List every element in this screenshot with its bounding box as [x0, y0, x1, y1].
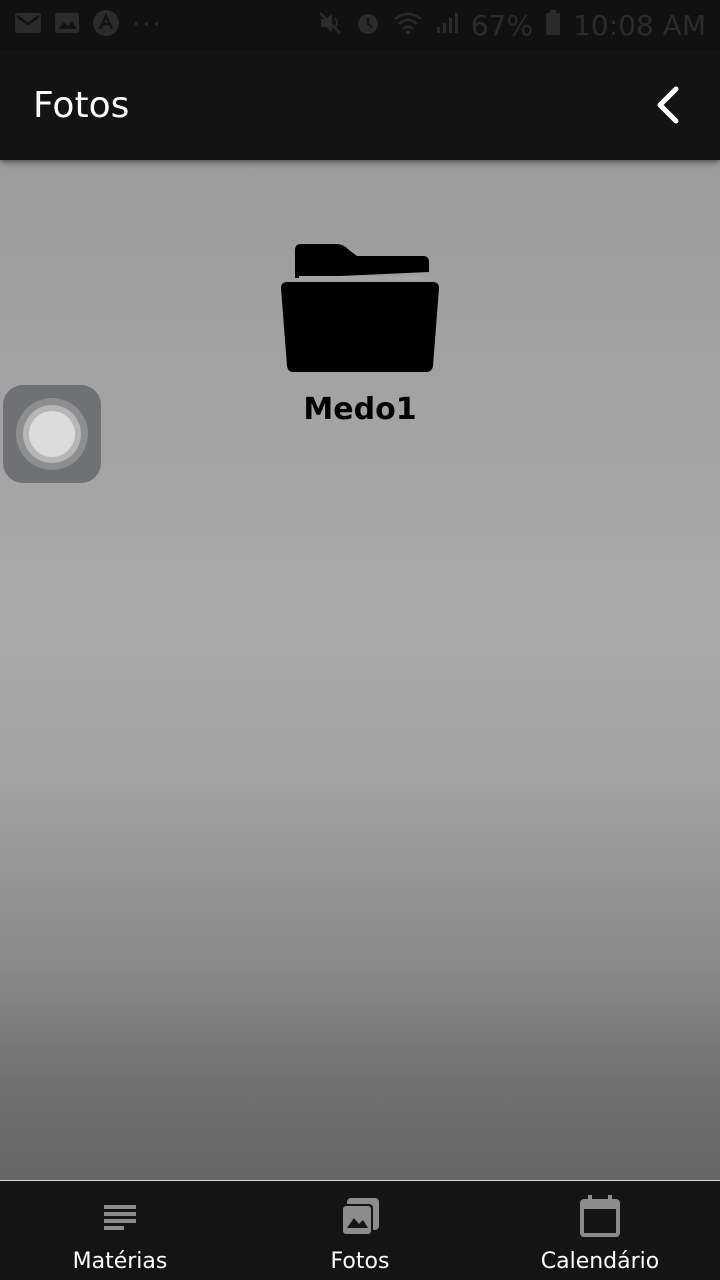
- battery-icon: [545, 10, 561, 40]
- battery-percent: 67%: [470, 8, 534, 42]
- list-icon: [102, 1195, 138, 1239]
- folder-icon: [281, 244, 439, 372]
- nav-item-fotos[interactable]: Fotos: [240, 1181, 480, 1280]
- wifi-icon: [393, 11, 423, 39]
- mail-icon: [14, 12, 42, 38]
- status-bar-right: 67% 10:08 AM: [317, 9, 706, 42]
- nav-item-calendario[interactable]: Calendário: [480, 1181, 720, 1280]
- content-area: Medo1: [0, 160, 720, 1180]
- status-bar: ··· 67% 10:08 AM: [0, 0, 720, 50]
- alarm-icon: [355, 10, 381, 40]
- assistive-touch-ring: [16, 398, 88, 470]
- mute-icon: [317, 10, 343, 40]
- nav-item-materias[interactable]: Matérias: [0, 1181, 240, 1280]
- nav-label-fotos: Fotos: [330, 1249, 390, 1274]
- signal-icon: [435, 11, 459, 39]
- screen: ··· 67% 10:08 AM Fotos Medo1 Matérias Fo…: [0, 0, 720, 1280]
- bottom-navigation: Matérias Fotos Calendário: [0, 1180, 720, 1280]
- folder-name: Medo1: [303, 392, 417, 427]
- assistive-touch-dot: [29, 411, 75, 457]
- nav-label-calendario: Calendário: [540, 1249, 660, 1274]
- app-bar: Fotos: [0, 50, 720, 160]
- folder-item[interactable]: Medo1: [260, 240, 460, 427]
- chevron-left-icon: [657, 86, 679, 124]
- app-icon: [92, 9, 120, 41]
- page-title: Fotos: [33, 84, 130, 126]
- overflow-dots: ···: [132, 10, 163, 40]
- assistive-touch-ring-inner: [23, 405, 81, 463]
- assistive-touch-button[interactable]: [3, 385, 101, 483]
- clock: 10:08 AM: [573, 8, 706, 42]
- status-bar-left: ···: [14, 9, 163, 41]
- calendar-icon: [578, 1195, 622, 1239]
- back-button[interactable]: [644, 81, 692, 129]
- photos-icon: [339, 1195, 381, 1239]
- image-icon: [54, 12, 80, 38]
- nav-label-materias: Matérias: [72, 1249, 168, 1274]
